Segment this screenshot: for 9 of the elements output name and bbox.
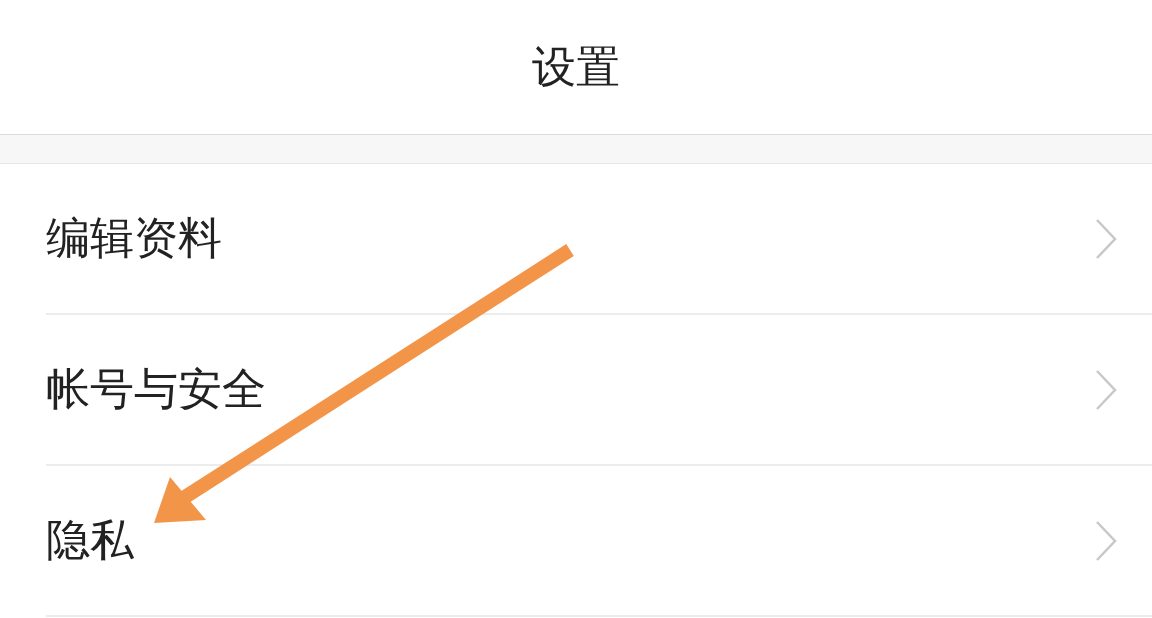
page-title: 设置 — [532, 39, 620, 94]
settings-row[interactable]: 编辑资料 — [46, 164, 1152, 315]
row-label: 帐号与安全 — [46, 362, 267, 416]
chevron-icon — [1094, 217, 1118, 260]
chevron-icon — [1094, 519, 1118, 562]
settings-row[interactable]: 帐号与安全 — [46, 315, 1152, 466]
row-label: 编辑资料 — [46, 211, 223, 265]
chevron-icon — [1094, 368, 1118, 411]
row-label: 隐私 — [46, 513, 135, 567]
